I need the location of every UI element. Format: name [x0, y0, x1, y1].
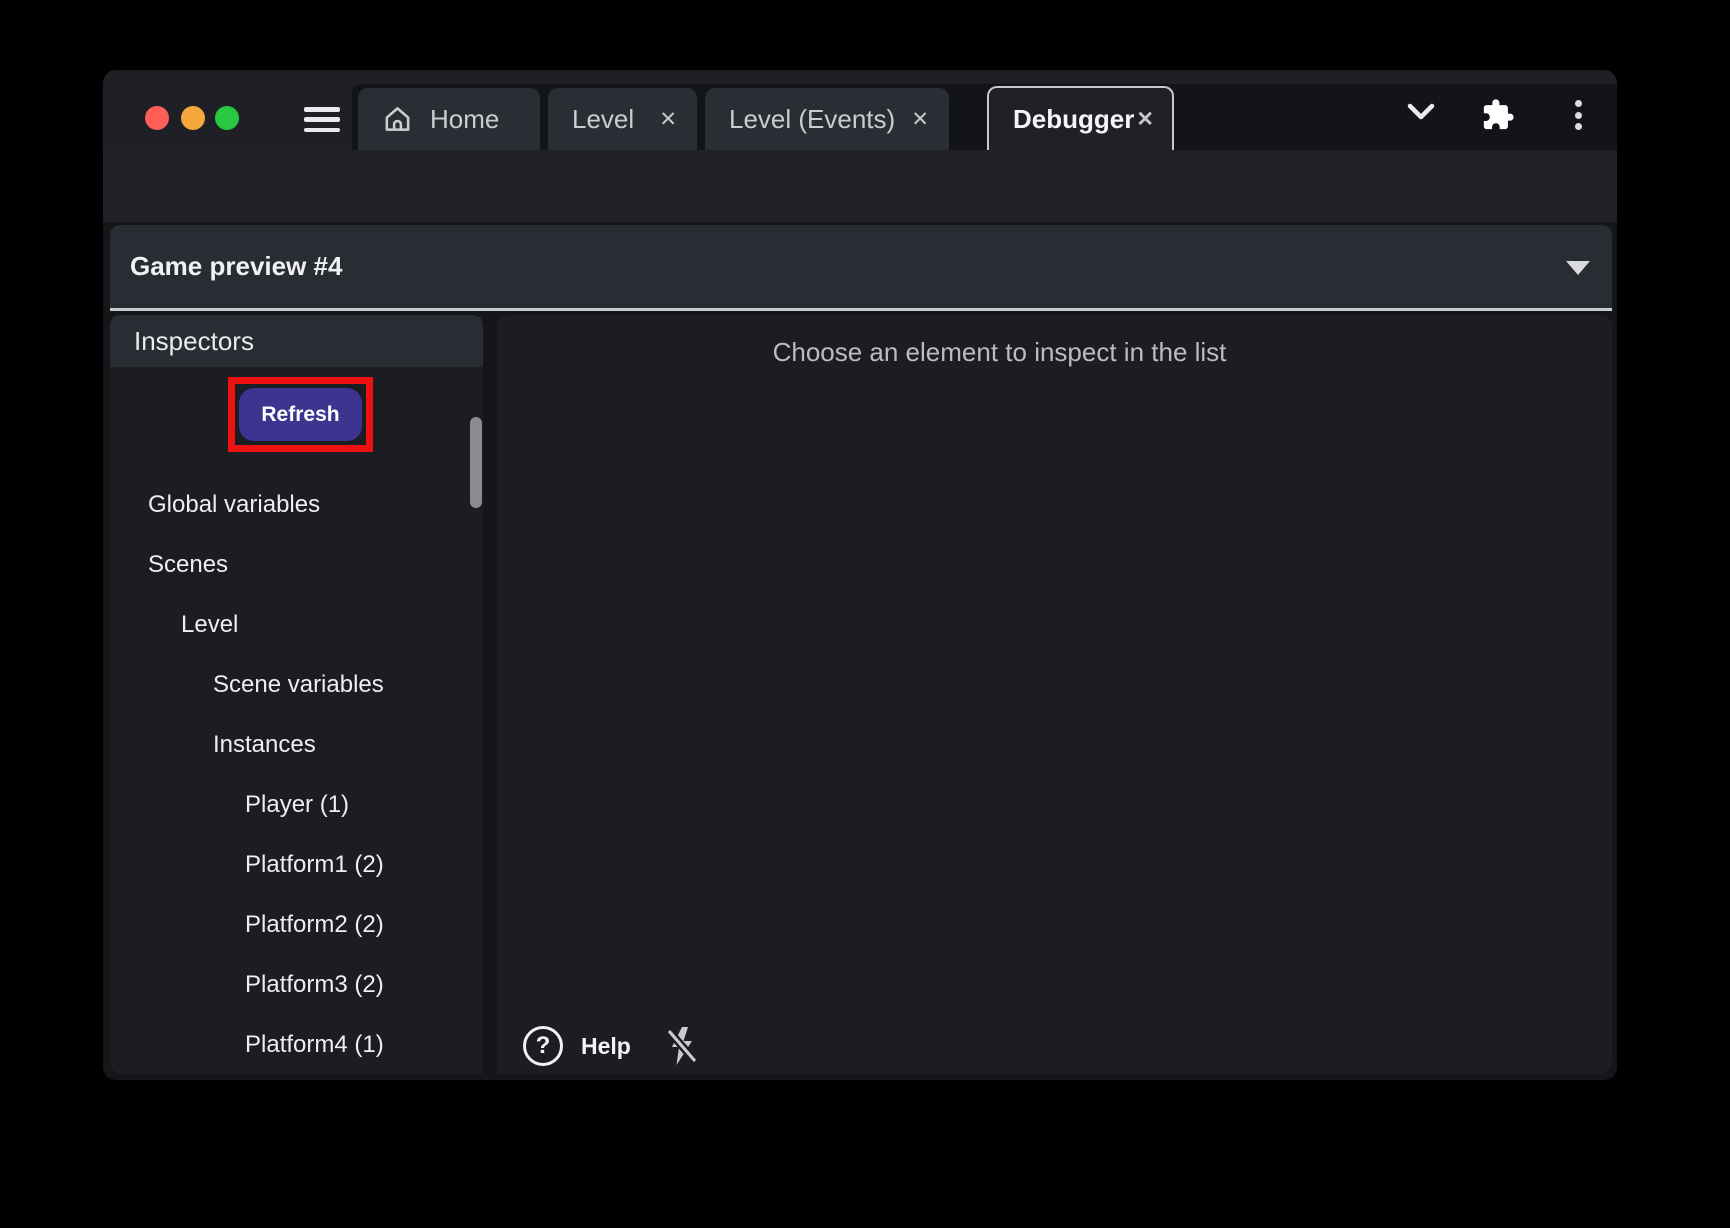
- inspector-tree-item[interactable]: Platform1 (2): [110, 835, 483, 895]
- help-question-icon[interactable]: ?: [523, 1026, 563, 1066]
- extensions-puzzle-icon[interactable]: [1481, 98, 1515, 132]
- chevron-down-icon[interactable]: [1406, 103, 1436, 121]
- close-icon[interactable]: ✕: [1134, 107, 1156, 132]
- inspector-tree-item[interactable]: Platform4 (1): [110, 1015, 483, 1074]
- refresh-button[interactable]: Refresh: [239, 388, 362, 441]
- inspector-detail-pane: Choose an element to inspect in the list…: [497, 315, 1612, 1074]
- debugger-toolbar: Pause: [103, 150, 1617, 222]
- inspector-tree-item[interactable]: Scenes: [110, 535, 483, 595]
- hamburger-menu-icon[interactable]: [304, 107, 340, 132]
- inspector-tree-item[interactable]: Scene variables: [110, 655, 483, 715]
- inspectors-title: Inspectors: [134, 326, 254, 357]
- inspector-tree-item[interactable]: Platform2 (2): [110, 895, 483, 955]
- flash-off-icon[interactable]: [663, 1025, 701, 1067]
- inspector-tree-item[interactable]: Global variables: [110, 475, 483, 535]
- refresh-annotation-box: Refresh: [228, 377, 373, 452]
- inspector-tree: Global variables Scenes Level Scene vari…: [110, 475, 483, 1074]
- inspector-tree-item[interactable]: Instances: [110, 715, 483, 775]
- tab-label: Debugger: [1013, 104, 1134, 135]
- inspector-tree-item[interactable]: Level: [110, 595, 483, 655]
- tab-level-events[interactable]: Level (Events) ✕: [705, 88, 949, 150]
- tab-home[interactable]: Home: [358, 88, 540, 150]
- tab-level[interactable]: Level ✕: [548, 88, 697, 150]
- more-options-kebab-icon[interactable]: [1572, 100, 1584, 130]
- close-icon[interactable]: ✕: [657, 107, 679, 132]
- inspectors-header: Inspectors: [110, 315, 483, 367]
- inspector-tree-item[interactable]: Player (1): [110, 775, 483, 835]
- help-label[interactable]: Help: [581, 1033, 631, 1060]
- game-preview-header[interactable]: Game preview #4: [110, 225, 1612, 311]
- empty-state-message: Choose an element to inspect in the list: [497, 337, 1612, 368]
- close-icon[interactable]: ✕: [909, 107, 931, 132]
- minimize-window-button[interactable]: [181, 106, 205, 130]
- tab-label: Level: [572, 104, 634, 135]
- title-bar: Home Level ✕ Level (Events) ✕ Debugger ✕: [103, 70, 1617, 150]
- help-row: ? Help: [523, 1025, 701, 1067]
- tab-label: Home: [430, 104, 499, 135]
- home-icon: [382, 104, 413, 135]
- app-window: Home Level ✕ Level (Events) ✕ Debugger ✕: [103, 70, 1617, 1080]
- tab-label: Level (Events): [729, 104, 895, 135]
- game-preview-title: Game preview #4: [130, 251, 342, 282]
- inspectors-sidebar: Inspectors Refresh Global variables Scen…: [110, 315, 483, 1074]
- tab-debugger[interactable]: Debugger ✕: [987, 86, 1174, 150]
- inspector-tree-item[interactable]: Platform3 (2): [110, 955, 483, 1015]
- preview-dropdown-caret-icon[interactable]: [1566, 261, 1590, 275]
- close-window-button[interactable]: [145, 106, 169, 130]
- zoom-window-button[interactable]: [215, 106, 239, 130]
